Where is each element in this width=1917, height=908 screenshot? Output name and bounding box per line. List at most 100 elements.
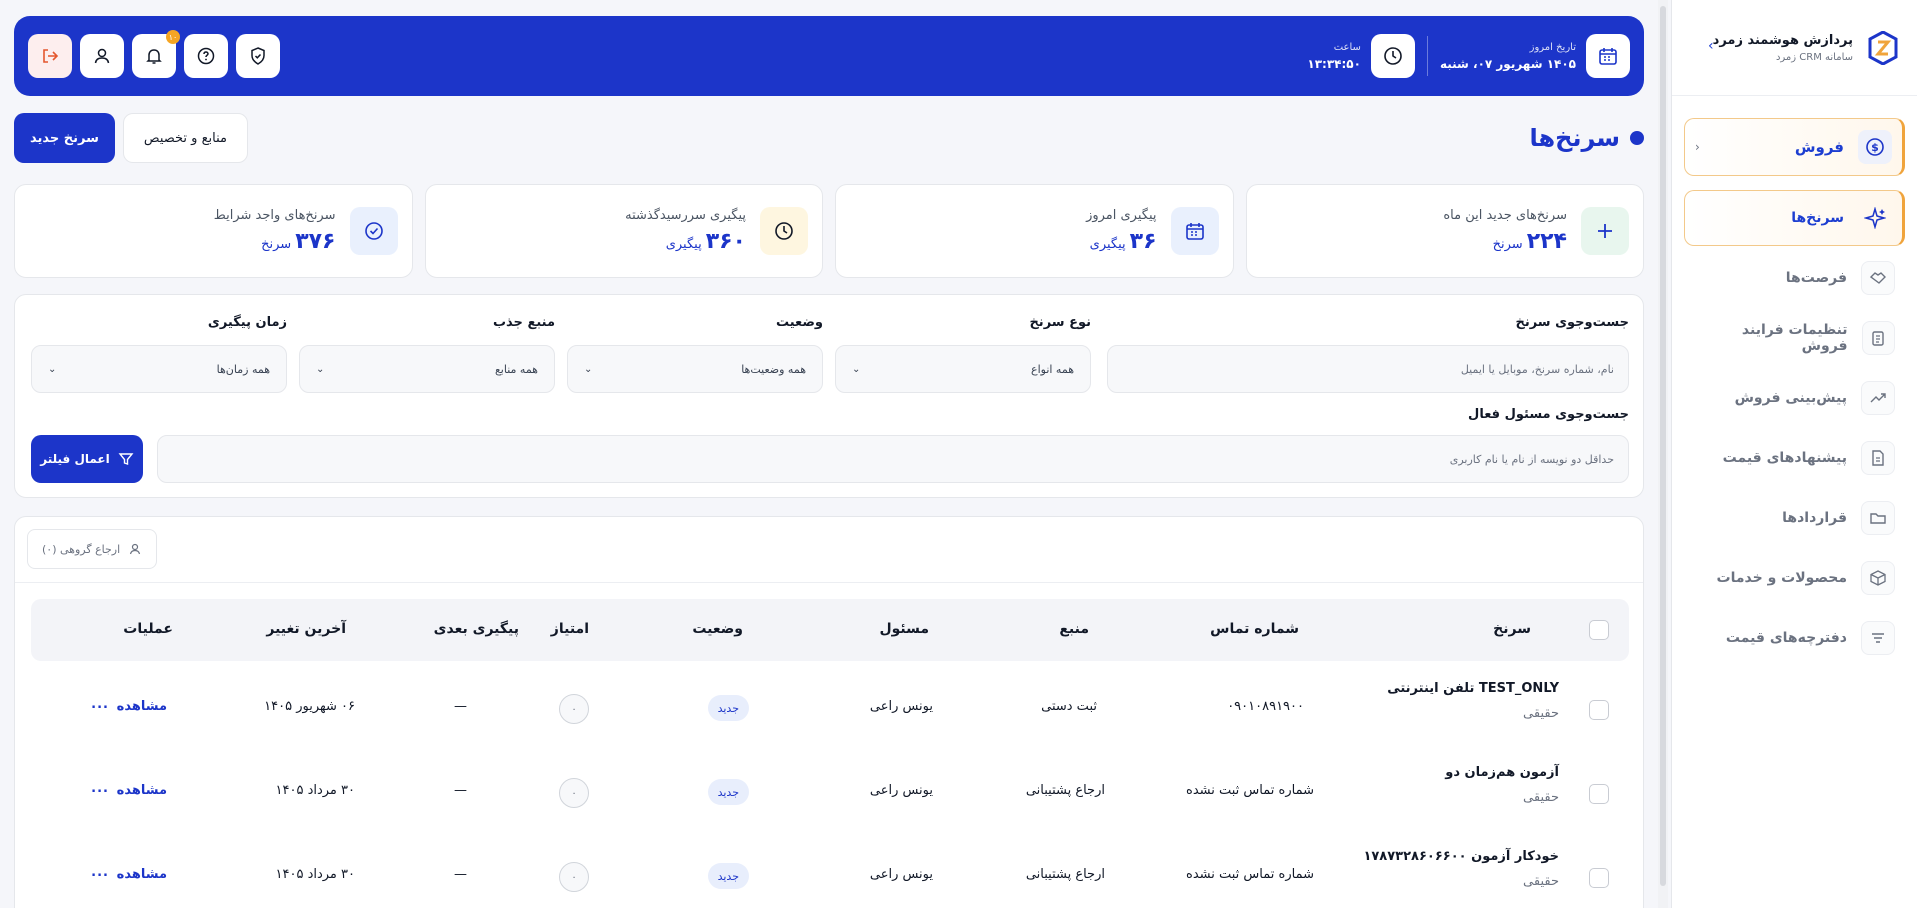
profile-button[interactable]: [80, 34, 124, 78]
security-button[interactable]: [236, 34, 280, 78]
sidebar-item-sales-forecast[interactable]: پیش‌بینی فروش: [1684, 370, 1905, 426]
owner-search-input[interactable]: حداقل دو نویسه از نام یا نام کاربری: [157, 435, 1629, 483]
date-display: تاریخ امروز ۱۴۰۵ شهریور ۰۷، شنبه: [1440, 42, 1576, 71]
help-icon: [197, 47, 215, 65]
sidebar-item-label: قراردادها: [1782, 510, 1847, 526]
sidebar-collapse-chevron-icon[interactable]: ›: [1708, 38, 1714, 54]
sidebar-item-label: فرصت‌ها: [1785, 270, 1847, 286]
time-display: ساعت ۱۳:۳۴:۵۰: [1307, 42, 1361, 71]
status-badge: جدید: [707, 779, 749, 805]
lead-type: حقیقی: [1523, 874, 1559, 889]
date-label: تاریخ امروز: [1529, 41, 1576, 53]
next-followup-cell: —: [454, 783, 467, 798]
stat-value: ۳۶: [1129, 229, 1157, 254]
view-link[interactable]: مشاهده: [117, 699, 167, 714]
row-checkbox[interactable]: [1589, 868, 1609, 888]
stat-unit: سرنخ: [261, 237, 292, 252]
stat-label: سرنخ‌های واجد شرایط: [213, 208, 336, 223]
lead-type: حقیقی: [1523, 706, 1559, 721]
next-followup-cell: —: [454, 699, 467, 714]
bulk-assign-button[interactable]: ارجاع گروهی (۰): [27, 529, 158, 569]
more-actions-icon[interactable]: ...: [91, 697, 109, 712]
sidebar-item-opportunities[interactable]: فرصت‌ها: [1684, 250, 1905, 306]
stat-label: سرنخ‌های جدید این ماه: [1443, 208, 1567, 223]
row-checkbox[interactable]: [1589, 784, 1609, 804]
page-scrollbar[interactable]: [1658, 0, 1668, 908]
lead-name[interactable]: خودکار آزمون ۱۷۸۷۳۲۸۶۰۶۶۰۰: [1363, 849, 1559, 864]
calendar-icon: [1586, 34, 1630, 78]
stat-label: پیگیری سررسیدگذشته: [625, 208, 746, 223]
sidebar-item-products-services[interactable]: محصولات و خدمات: [1684, 550, 1905, 606]
row-checkbox[interactable]: [1589, 700, 1609, 720]
phone-cell: شماره تماس ثبت نشده: [1186, 867, 1314, 882]
table-header: سرنخ شماره تماس منبع مسئول وضعیت امتیاز …: [31, 599, 1629, 661]
handshake-icon: [1861, 261, 1895, 295]
col-lead: سرنخ: [1493, 621, 1531, 637]
sidebar-item-sales-process-settings[interactable]: تنظیمات فرایند فروش: [1684, 310, 1905, 366]
sidebar-item-leads[interactable]: سرنخ‌ها: [1684, 190, 1905, 246]
clipboard-icon: [1861, 321, 1895, 355]
apply-filter-button[interactable]: اعمال فیلتر: [31, 435, 143, 483]
sidebar-item-label: دفترچه‌های قیمت: [1725, 630, 1847, 646]
lead-type: حقیقی: [1523, 790, 1559, 805]
lead-type-value: همه انواع: [1031, 362, 1074, 376]
lead-name[interactable]: آزمون هم‌زمان دو: [1445, 765, 1559, 780]
table-row[interactable]: آزمون هم‌زمان دو حقیقی شماره تماس ثبت نش…: [31, 751, 1629, 835]
sidebar-item-price-books[interactable]: دفترچه‌های قیمت: [1684, 610, 1905, 666]
more-actions-icon[interactable]: ...: [91, 865, 109, 880]
sidebar-item-price-quotes[interactable]: پیشنهادهای قیمت: [1684, 430, 1905, 486]
last-change-cell: ۳۰ مرداد ۱۴۰۵: [275, 867, 356, 882]
source-cell: ارجاع پشتیبانی: [1025, 783, 1105, 798]
notifications-button[interactable]: ۱۰: [132, 30, 180, 78]
status-label: وضعیت: [775, 315, 823, 330]
lead-search-label: جست‌وجوی سرنخ: [1515, 315, 1629, 330]
new-lead-button[interactable]: سرنخ جدید: [14, 113, 115, 163]
stat-unit: سرنخ: [1492, 237, 1523, 252]
view-link[interactable]: مشاهده: [117, 867, 167, 882]
col-source: منبع: [1059, 621, 1089, 637]
stat-value: ۳۷۶: [295, 229, 336, 254]
sidebar-group-sales[interactable]: $ فروش ‹: [1684, 118, 1905, 176]
chevron-down-icon: ⌄: [852, 363, 861, 375]
col-next-followup: پیگیری بعدی: [433, 621, 519, 637]
lead-type-select[interactable]: همه انواع ⌄: [835, 345, 1091, 393]
lead-search-input[interactable]: نام، شماره سرنخ، موبایل یا ایمیل: [1107, 345, 1629, 393]
scrollbar-thumb[interactable]: [1660, 6, 1666, 886]
chevron-down-icon: ⌄: [48, 363, 57, 375]
owner-cell: یونس راعی: [869, 783, 933, 798]
more-actions-icon[interactable]: ...: [91, 781, 109, 796]
clock-icon: [1370, 34, 1415, 78]
sidebar-nav: $ فروش ‹ سرنخ‌ها فرصت‌ها تنظیمات فرایند …: [1672, 96, 1917, 678]
lead-type-label: نوع سرنخ: [1029, 315, 1091, 330]
source-select[interactable]: همه منابع ⌄: [299, 345, 555, 393]
select-all-checkbox[interactable]: [1589, 620, 1609, 640]
col-status: وضعیت: [692, 621, 743, 637]
followup-time-select[interactable]: همه زمان‌ها ⌄: [31, 345, 287, 393]
phone-cell: شماره تماس ثبت نشده: [1186, 783, 1314, 798]
sidebar-item-label: سرنخ‌ها: [1791, 210, 1844, 226]
leads-table: ارجاع گروهی (۰) سرنخ شماره تماس منبع مسئ…: [14, 516, 1644, 908]
next-followup-cell: —: [454, 867, 467, 882]
help-button[interactable]: [184, 34, 228, 78]
stat-card-qualified-leads: سرنخ‌های واجد شرایط ۳۷۶سرنخ: [14, 184, 413, 278]
logout-button[interactable]: [28, 34, 72, 78]
table-row[interactable]: خودکار آزمون ۱۷۸۷۳۲۸۶۰۶۶۰۰ حقیقی شماره ت…: [31, 835, 1629, 908]
trending-up-icon: [1861, 381, 1895, 415]
followup-time-label: زمان پیگیری: [207, 315, 287, 330]
sources-allocation-button[interactable]: منابع و تخصیص: [122, 113, 248, 163]
table-row[interactable]: TEST_ONLY تلفن اینترنتی حقیقی ۰۹۰۱۰۸۹۱۹۰…: [31, 667, 1629, 751]
time-label: ساعت: [1333, 41, 1361, 53]
col-phone: شماره تماس: [1210, 621, 1299, 637]
sidebar-item-label: پیشنهادهای قیمت: [1722, 450, 1847, 466]
document-icon: [1861, 441, 1895, 475]
lead-name[interactable]: TEST_ONLY تلفن اینترنتی: [1387, 681, 1559, 696]
source-cell: ثبت دستی: [1041, 699, 1097, 714]
source-value: همه منابع: [494, 362, 538, 376]
owner-cell: یونس راعی: [869, 867, 933, 882]
status-select[interactable]: همه وضعیت‌ها ⌄: [567, 345, 823, 393]
score-badge: ۰: [559, 778, 589, 808]
sidebar-item-contracts[interactable]: قراردادها: [1684, 490, 1905, 546]
logout-icon: [43, 49, 59, 63]
dollar-icon: $: [1858, 130, 1892, 164]
view-link[interactable]: مشاهده: [117, 783, 167, 798]
